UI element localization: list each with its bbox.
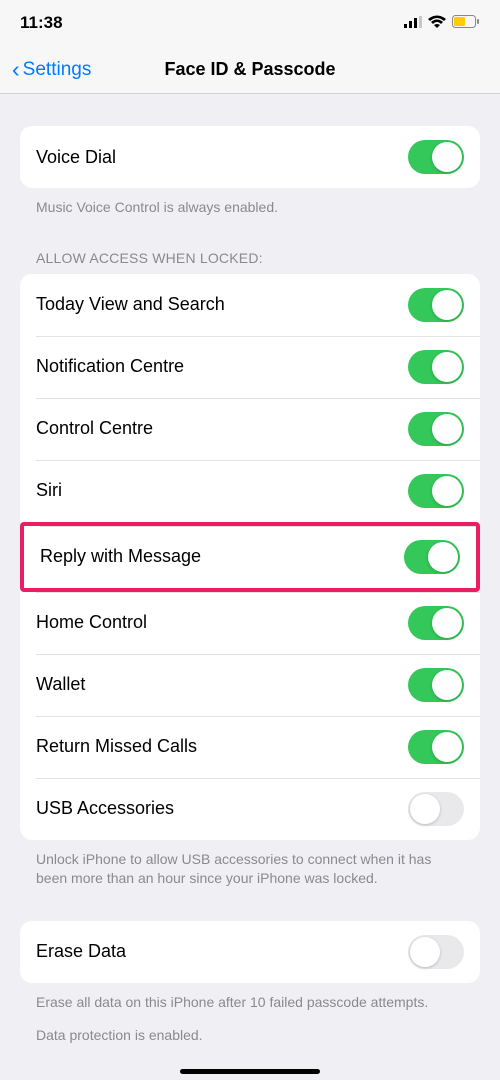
return-missed-calls-row[interactable]: Return Missed Calls [20,716,480,778]
return-missed-calls-label: Return Missed Calls [36,736,197,757]
erase-data-list: Erase Data [20,921,480,983]
reply-with-message-toggle[interactable] [404,540,460,574]
siri-label: Siri [36,480,62,501]
status-bar: 11:38 [0,0,500,46]
allow-access-header: Allow Access When Locked: [20,250,480,274]
data-protection-footer: Data protection is enabled. [20,1012,480,1046]
battery-icon [452,13,480,33]
today-view-row[interactable]: Today View and Search [20,274,480,336]
nav-bar: ‹ Settings Face ID & Passcode [0,46,500,94]
siri-toggle[interactable] [408,474,464,508]
page-title: Face ID & Passcode [164,59,335,80]
reply-with-message-label: Reply with Message [40,546,201,567]
erase-data-group: Erase Data Erase all data on this iPhone… [20,921,480,1046]
erase-data-toggle[interactable] [408,935,464,969]
back-label: Settings [23,59,92,81]
control-centre-row[interactable]: Control Centre [20,398,480,460]
erase-data-row[interactable]: Erase Data [20,921,480,983]
home-indicator[interactable] [180,1069,320,1074]
voice-dial-group: Voice Dial Music Voice Control is always… [20,126,480,218]
siri-row[interactable]: Siri [20,460,480,522]
notification-centre-toggle[interactable] [408,350,464,384]
status-icons [404,13,480,33]
voice-dial-row[interactable]: Voice Dial [20,126,480,188]
notification-centre-row[interactable]: Notification Centre [20,336,480,398]
chevron-left-icon: ‹ [12,58,20,81]
erase-data-footer: Erase all data on this iPhone after 10 f… [20,983,480,1013]
allow-access-footer: Unlock iPhone to allow USB accessories t… [20,840,480,889]
wallet-row[interactable]: Wallet [20,654,480,716]
control-centre-toggle[interactable] [408,412,464,446]
cellular-icon [404,13,422,33]
voice-dial-footer: Music Voice Control is always enabled. [20,188,480,218]
back-button[interactable]: ‹ Settings [12,58,91,81]
control-centre-label: Control Centre [36,418,153,439]
home-control-toggle[interactable] [408,606,464,640]
reply-with-message-row[interactable]: Reply with Message [20,522,480,592]
voice-dial-list: Voice Dial [20,126,480,188]
notification-centre-label: Notification Centre [36,356,184,377]
wallet-label: Wallet [36,674,85,695]
usb-accessories-toggle[interactable] [408,792,464,826]
home-control-label: Home Control [36,612,147,633]
home-control-row[interactable]: Home Control [20,592,480,654]
today-view-toggle[interactable] [408,288,464,322]
allow-access-group: Allow Access When Locked: Today View and… [20,250,480,889]
voice-dial-label: Voice Dial [36,147,116,168]
status-time: 11:38 [20,13,63,33]
return-missed-calls-toggle[interactable] [408,730,464,764]
wallet-toggle[interactable] [408,668,464,702]
usb-accessories-row[interactable]: USB Accessories [20,778,480,840]
erase-data-label: Erase Data [36,941,126,962]
wifi-icon [428,13,446,33]
usb-accessories-label: USB Accessories [36,798,174,819]
allow-access-list: Today View and Search Notification Centr… [20,274,480,840]
today-view-label: Today View and Search [36,294,225,315]
voice-dial-toggle[interactable] [408,140,464,174]
